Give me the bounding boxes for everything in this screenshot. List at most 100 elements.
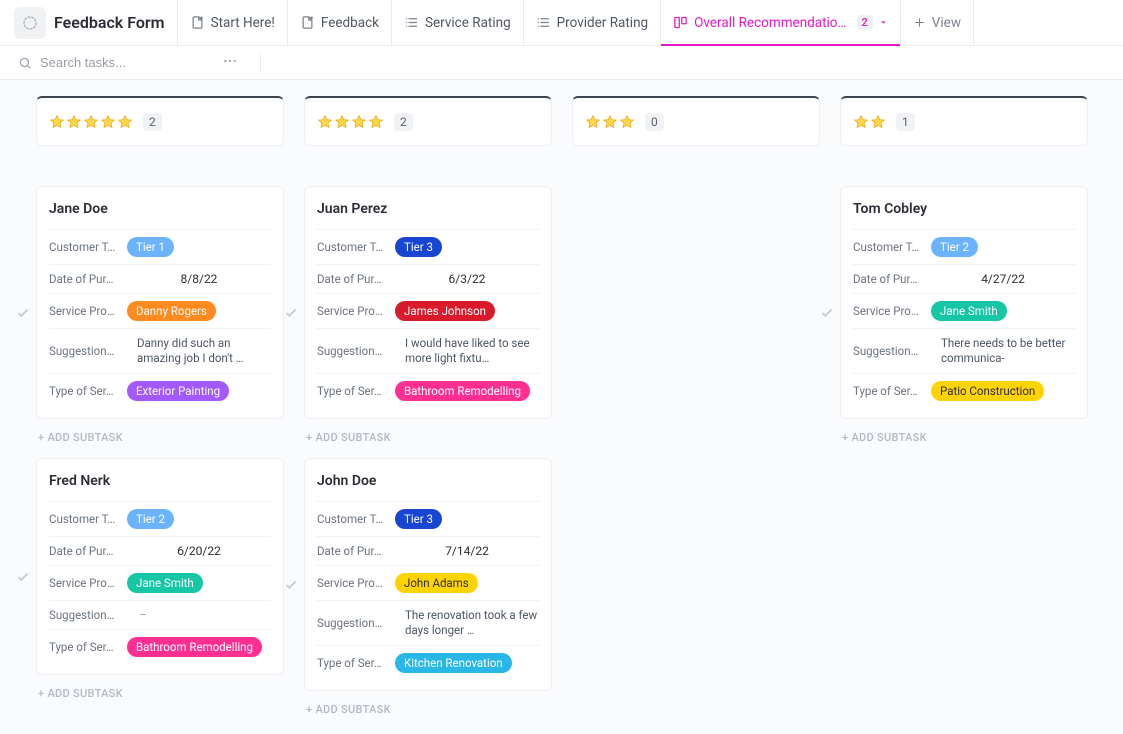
task-title: Fred Nerk	[49, 473, 271, 489]
list-icon	[404, 15, 419, 30]
add-subtask-button[interactable]: + ADD SUBTASK	[304, 423, 552, 444]
board-column: 0	[572, 96, 820, 716]
provider-pill: Jane Smith	[931, 301, 1007, 321]
board-column: 2 Juan Perez Customer T… Tier 3 Date of …	[304, 96, 552, 716]
field-customer-tier: Customer T… Tier 1	[49, 229, 271, 264]
field-label: Type of Ser…	[853, 384, 925, 398]
task-card-wrap: Juan Perez Customer T… Tier 3 Date of Pu…	[304, 186, 552, 444]
tab-label: View	[932, 15, 961, 31]
suggestion-value: Danny did such an amazing job I don't …	[127, 336, 271, 366]
provider-pill: Jane Smith	[127, 573, 203, 593]
field-label: Customer T…	[853, 240, 925, 254]
field-date: Date of Pur… 7/14/22	[317, 536, 539, 565]
field-provider: Service Pro… James Johnson	[317, 293, 539, 328]
star-icon	[117, 114, 133, 130]
tab-label: Service Rating	[425, 15, 511, 31]
tab-feedback[interactable]: Feedback	[287, 0, 391, 45]
task-card[interactable]: Juan Perez Customer T… Tier 3 Date of Pu…	[304, 186, 552, 419]
task-card[interactable]: Fred Nerk Customer T… Tier 2 Date of Pur…	[36, 458, 284, 675]
field-label: Suggestion…	[317, 616, 389, 630]
star-icon	[602, 114, 618, 130]
field-label: Date of Pur…	[49, 272, 121, 286]
check-icon[interactable]	[16, 570, 30, 588]
field-label: Type of Ser…	[49, 640, 121, 654]
field-label: Type of Ser…	[317, 656, 389, 670]
task-card-wrap: Jane Doe Customer T… Tier 1 Date of Pur……	[36, 186, 284, 444]
task-card[interactable]: John Doe Customer T… Tier 3 Date of Pur……	[304, 458, 552, 691]
check-icon[interactable]	[284, 306, 298, 324]
check-icon[interactable]	[284, 578, 298, 596]
provider-pill: James Johnson	[395, 301, 495, 321]
add-subtask-button[interactable]: + ADD SUBTASK	[36, 679, 284, 700]
date-value: 8/8/22	[127, 272, 271, 286]
column-header[interactable]: 2	[36, 96, 284, 146]
check-icon[interactable]	[16, 306, 30, 324]
list-icon	[536, 15, 551, 30]
field-date: Date of Pur… 8/8/22	[49, 264, 271, 293]
plus-icon	[913, 16, 926, 29]
task-title: John Doe	[317, 473, 539, 489]
field-date: Date of Pur… 4/27/22	[853, 264, 1075, 293]
star-icon	[619, 114, 635, 130]
tab-start-here[interactable]: Start Here!	[177, 0, 287, 45]
task-card[interactable]: Jane Doe Customer T… Tier 1 Date of Pur……	[36, 186, 284, 419]
field-label: Suggestion…	[49, 344, 121, 358]
star-rating	[853, 114, 886, 130]
separator	[260, 54, 261, 72]
date-value: 7/14/22	[395, 544, 539, 558]
task-title: Jane Doe	[49, 201, 271, 217]
tier-pill: Tier 3	[395, 509, 442, 529]
column-count: 2	[394, 113, 413, 131]
tier-pill: Tier 2	[931, 237, 978, 257]
field-date: Date of Pur… 6/3/22	[317, 264, 539, 293]
field-customer-tier: Customer T… Tier 2	[49, 501, 271, 536]
field-label: Service Pro…	[317, 304, 389, 318]
star-icon	[334, 114, 350, 130]
date-value: 4/27/22	[931, 272, 1075, 286]
field-customer-tier: Customer T… Tier 3	[317, 501, 539, 536]
field-provider: Service Pro… Jane Smith	[853, 293, 1075, 328]
field-service-type: Type of Ser… Kitchen Renovation	[317, 645, 539, 680]
tier-pill: Tier 1	[127, 237, 174, 257]
service-pill: Exterior Painting	[127, 381, 229, 401]
search-input[interactable]	[40, 55, 190, 70]
field-label: Customer T…	[49, 240, 121, 254]
suggestion-value: There needs to be better communica-	[931, 336, 1075, 366]
field-service-type: Type of Ser… Bathroom Remodelling	[49, 629, 271, 664]
page-title: Feedback Form	[54, 13, 165, 32]
add-subtask-button[interactable]: + ADD SUBTASK	[36, 423, 284, 444]
column-count: 2	[143, 113, 162, 131]
field-suggestion: Suggestion… Danny did such an amazing jo…	[49, 328, 271, 373]
provider-pill: Danny Rogers	[127, 301, 216, 321]
tab-label: Start Here!	[211, 15, 275, 31]
column-header[interactable]: 0	[572, 96, 820, 146]
tab-provider-rating[interactable]: Provider Rating	[523, 0, 660, 45]
service-pill: Patio Construction	[931, 381, 1044, 401]
space-icon	[14, 7, 46, 39]
field-date: Date of Pur… 6/20/22	[49, 536, 271, 565]
field-label: Suggestion…	[853, 344, 925, 358]
column-header[interactable]: 2	[304, 96, 552, 146]
more-options-button[interactable]	[218, 49, 242, 77]
field-label: Date of Pur…	[49, 544, 121, 558]
column-cards: Jane Doe Customer T… Tier 1 Date of Pur……	[36, 186, 284, 700]
add-subtask-button[interactable]: + ADD SUBTASK	[840, 423, 1088, 444]
tab-service-rating[interactable]: Service Rating	[391, 0, 523, 45]
provider-pill: John Adams	[395, 573, 478, 593]
column-header[interactable]: 1	[840, 96, 1088, 146]
tab-add-view[interactable]: View	[900, 0, 974, 45]
field-service-type: Type of Ser… Exterior Painting	[49, 373, 271, 408]
field-label: Suggestion…	[317, 344, 389, 358]
check-icon[interactable]	[820, 306, 834, 324]
field-label: Date of Pur…	[317, 544, 389, 558]
task-card[interactable]: Tom Cobley Customer T… Tier 2 Date of Pu…	[840, 186, 1088, 419]
add-subtask-button[interactable]: + ADD SUBTASK	[304, 695, 552, 716]
task-title: Juan Perez	[317, 201, 539, 217]
field-service-type: Type of Ser… Patio Construction	[853, 373, 1075, 408]
board-column: 2 Jane Doe Customer T… Tier 1 Date of Pu…	[36, 96, 284, 716]
field-label: Service Pro…	[49, 304, 121, 318]
tab-overall-recommendation[interactable]: Overall Recommendatio… 2	[660, 0, 900, 45]
field-customer-tier: Customer T… Tier 2	[853, 229, 1075, 264]
service-pill: Kitchen Renovation	[395, 653, 512, 673]
field-label: Customer T…	[317, 240, 389, 254]
